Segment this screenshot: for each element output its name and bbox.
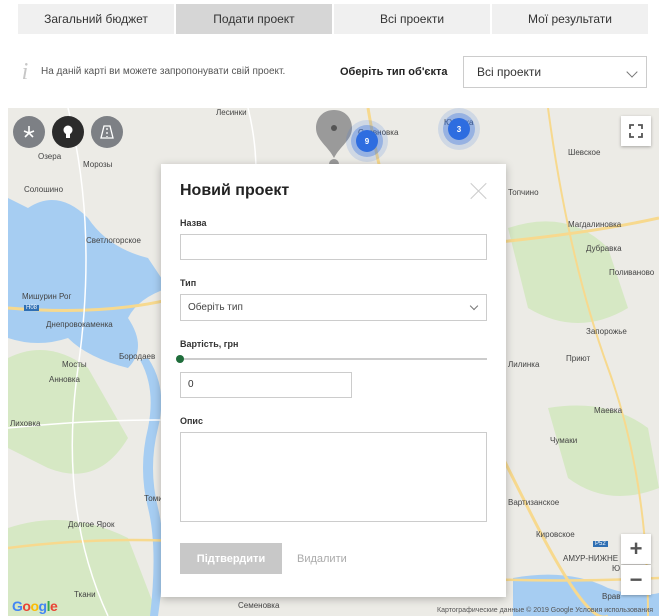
- place-label: Лиховка: [10, 419, 41, 428]
- new-project-dialog: Новий проект Назва Тип Оберіть тип Варті…: [161, 164, 506, 597]
- place-label: Лесинки: [216, 108, 247, 117]
- cost-label: Вартість, грн: [180, 339, 239, 349]
- place-label: Приют: [566, 354, 591, 363]
- cost-input[interactable]: 0: [180, 372, 352, 398]
- type-label: Тип: [180, 278, 197, 288]
- place-label: Морозы: [83, 160, 113, 169]
- map-marker-icon[interactable]: [314, 108, 354, 172]
- type-placeholder: Оберіть тип: [188, 302, 243, 313]
- place-label: Мосты: [62, 360, 87, 369]
- map-tool-light-button[interactable]: [52, 116, 84, 148]
- place-label: Чумаки: [550, 436, 578, 445]
- zoom-in-button[interactable]: +: [621, 534, 651, 564]
- object-type-label: Оберіть тип об'єкта: [340, 66, 448, 78]
- page: Загальний бюджет Подати проект Всі проек…: [0, 0, 663, 616]
- place-label: Дубравка: [586, 244, 622, 253]
- road-sign: Р52: [593, 541, 608, 547]
- chevron-down-icon: [469, 301, 479, 311]
- cost-slider-handle[interactable]: [176, 355, 184, 363]
- place-label: Маевка: [594, 406, 623, 415]
- delete-button[interactable]: Видалити: [297, 543, 347, 574]
- tab-submit-project[interactable]: Подати проект: [176, 4, 332, 34]
- place-label: Поливаново: [609, 268, 655, 277]
- tab-my-results[interactable]: Мої результати: [492, 4, 648, 34]
- object-type-value: Всі проекти: [477, 65, 542, 79]
- tab-bar: Загальний бюджет Подати проект Всі проек…: [18, 4, 648, 34]
- road-icon: [100, 125, 114, 139]
- place-label: Днепровокаменка: [46, 320, 113, 329]
- name-input[interactable]: [180, 234, 487, 260]
- map-tool-road-button[interactable]: [91, 116, 123, 148]
- place-label: Светлогорское: [86, 236, 141, 245]
- place-label: Ткани: [74, 590, 96, 599]
- tab-all-projects[interactable]: Всі проекти: [334, 4, 490, 34]
- info-icon: i: [21, 59, 29, 85]
- close-icon[interactable]: [470, 182, 488, 200]
- zoom-out-button[interactable]: −: [621, 565, 651, 595]
- lightbulb-icon: [63, 125, 73, 138]
- place-label: Семеновка: [238, 601, 280, 610]
- cluster-marker[interactable]: 3: [448, 118, 470, 140]
- place-label: Бородаев: [119, 352, 156, 361]
- fullscreen-icon: [629, 124, 643, 138]
- type-select[interactable]: Оберіть тип: [180, 294, 487, 321]
- info-text: На даній карті ви можете запропонувати с…: [41, 66, 286, 77]
- tab-total-budget[interactable]: Загальний бюджет: [18, 4, 174, 34]
- place-label: Мишурин Рог: [22, 292, 72, 301]
- place-label: Ю: [612, 564, 621, 573]
- place-label: Анновка: [49, 375, 80, 384]
- info-row: i На даній карті ви можете запропонувати…: [18, 56, 648, 88]
- object-type-select[interactable]: Всі проекти: [463, 56, 647, 88]
- place-label: Томи: [144, 494, 163, 503]
- directions-icon: [23, 126, 35, 138]
- google-logo: Google: [12, 598, 58, 614]
- description-textarea[interactable]: [180, 432, 487, 522]
- cluster-marker[interactable]: 9: [356, 130, 378, 152]
- place-label: Топчино: [508, 188, 539, 197]
- description-label: Опис: [180, 416, 203, 426]
- cost-slider-track[interactable]: [180, 358, 487, 360]
- place-label: Шевское: [568, 148, 601, 157]
- chevron-down-icon: [626, 66, 638, 78]
- place-label: Долгое Ярок: [68, 520, 115, 529]
- place-label: Вартизанское: [508, 498, 560, 507]
- name-label: Назва: [180, 218, 207, 228]
- place-label: Магдалиновка: [568, 220, 622, 229]
- place-label: Солошино: [24, 185, 64, 194]
- map-tool-directions-button[interactable]: [13, 116, 45, 148]
- place-label: Кировское: [536, 530, 575, 539]
- road-sign: Н08: [24, 305, 40, 311]
- confirm-button[interactable]: Підтвердити: [180, 543, 282, 574]
- map-attribution: Картографические данные © 2019 Google Ус…: [437, 607, 653, 614]
- place-label: Врав: [602, 592, 621, 601]
- place-label: АМУР-НИЖНЕ: [563, 554, 619, 563]
- place-label: Озера: [38, 152, 62, 161]
- dialog-title: Новий проект: [180, 182, 290, 199]
- place-label: Лилинка: [508, 360, 540, 369]
- place-label: Запорожье: [586, 327, 627, 336]
- fullscreen-button[interactable]: [621, 116, 651, 146]
